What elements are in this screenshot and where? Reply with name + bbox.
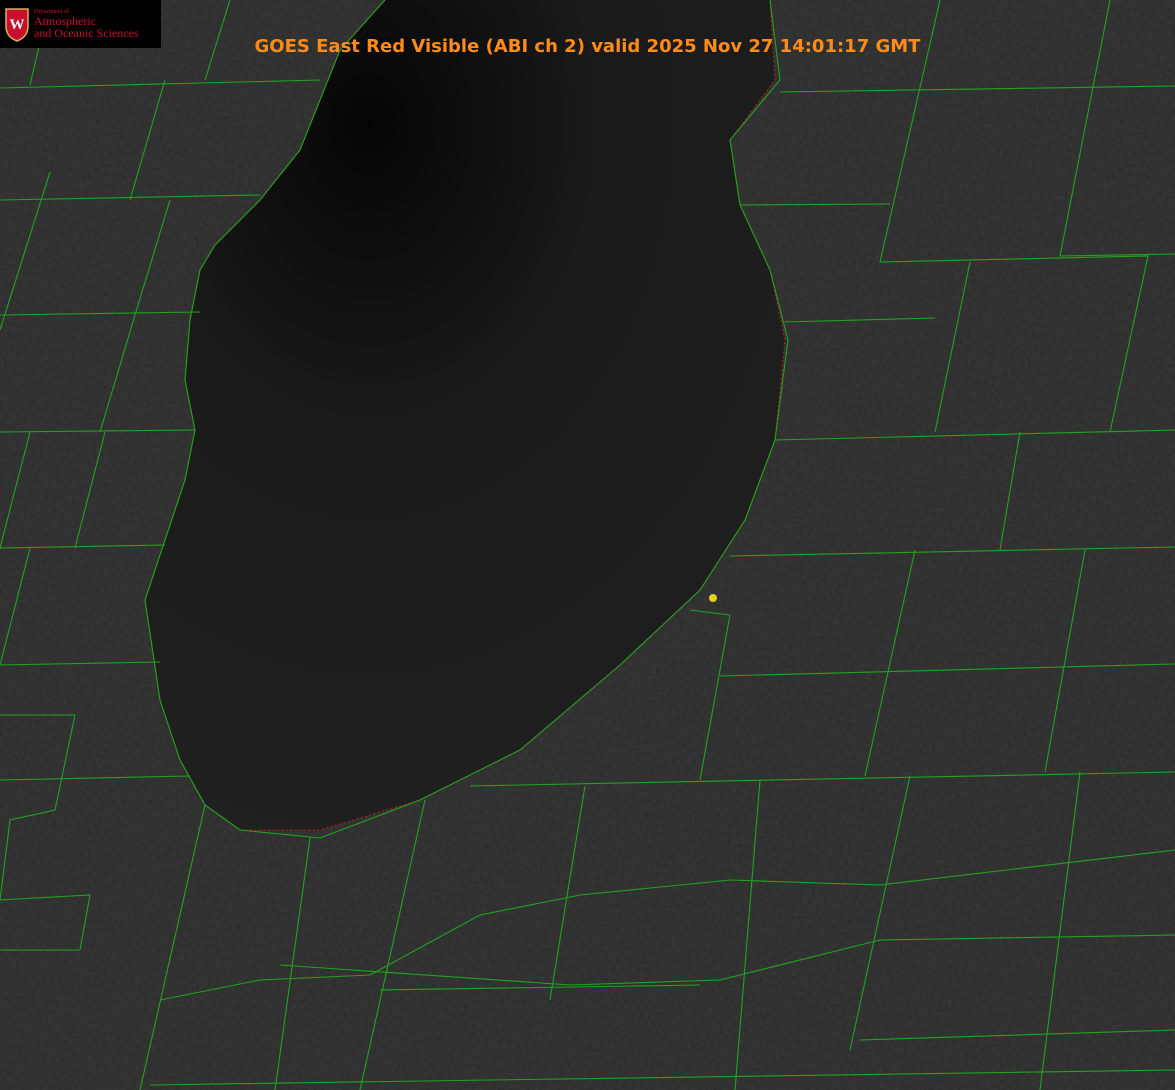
svg-text:W: W: [10, 17, 25, 33]
location-marker: [709, 594, 717, 602]
satellite-image-viewer: W Department of Atmospheric and Oceanic …: [0, 0, 1175, 1090]
satellite-map: [0, 0, 1175, 1090]
image-title-text: GOES East Red Visible (ABI ch 2) valid 2…: [254, 36, 921, 57]
image-title: GOES East Red Visible (ABI ch 2) valid 2…: [0, 36, 1175, 57]
